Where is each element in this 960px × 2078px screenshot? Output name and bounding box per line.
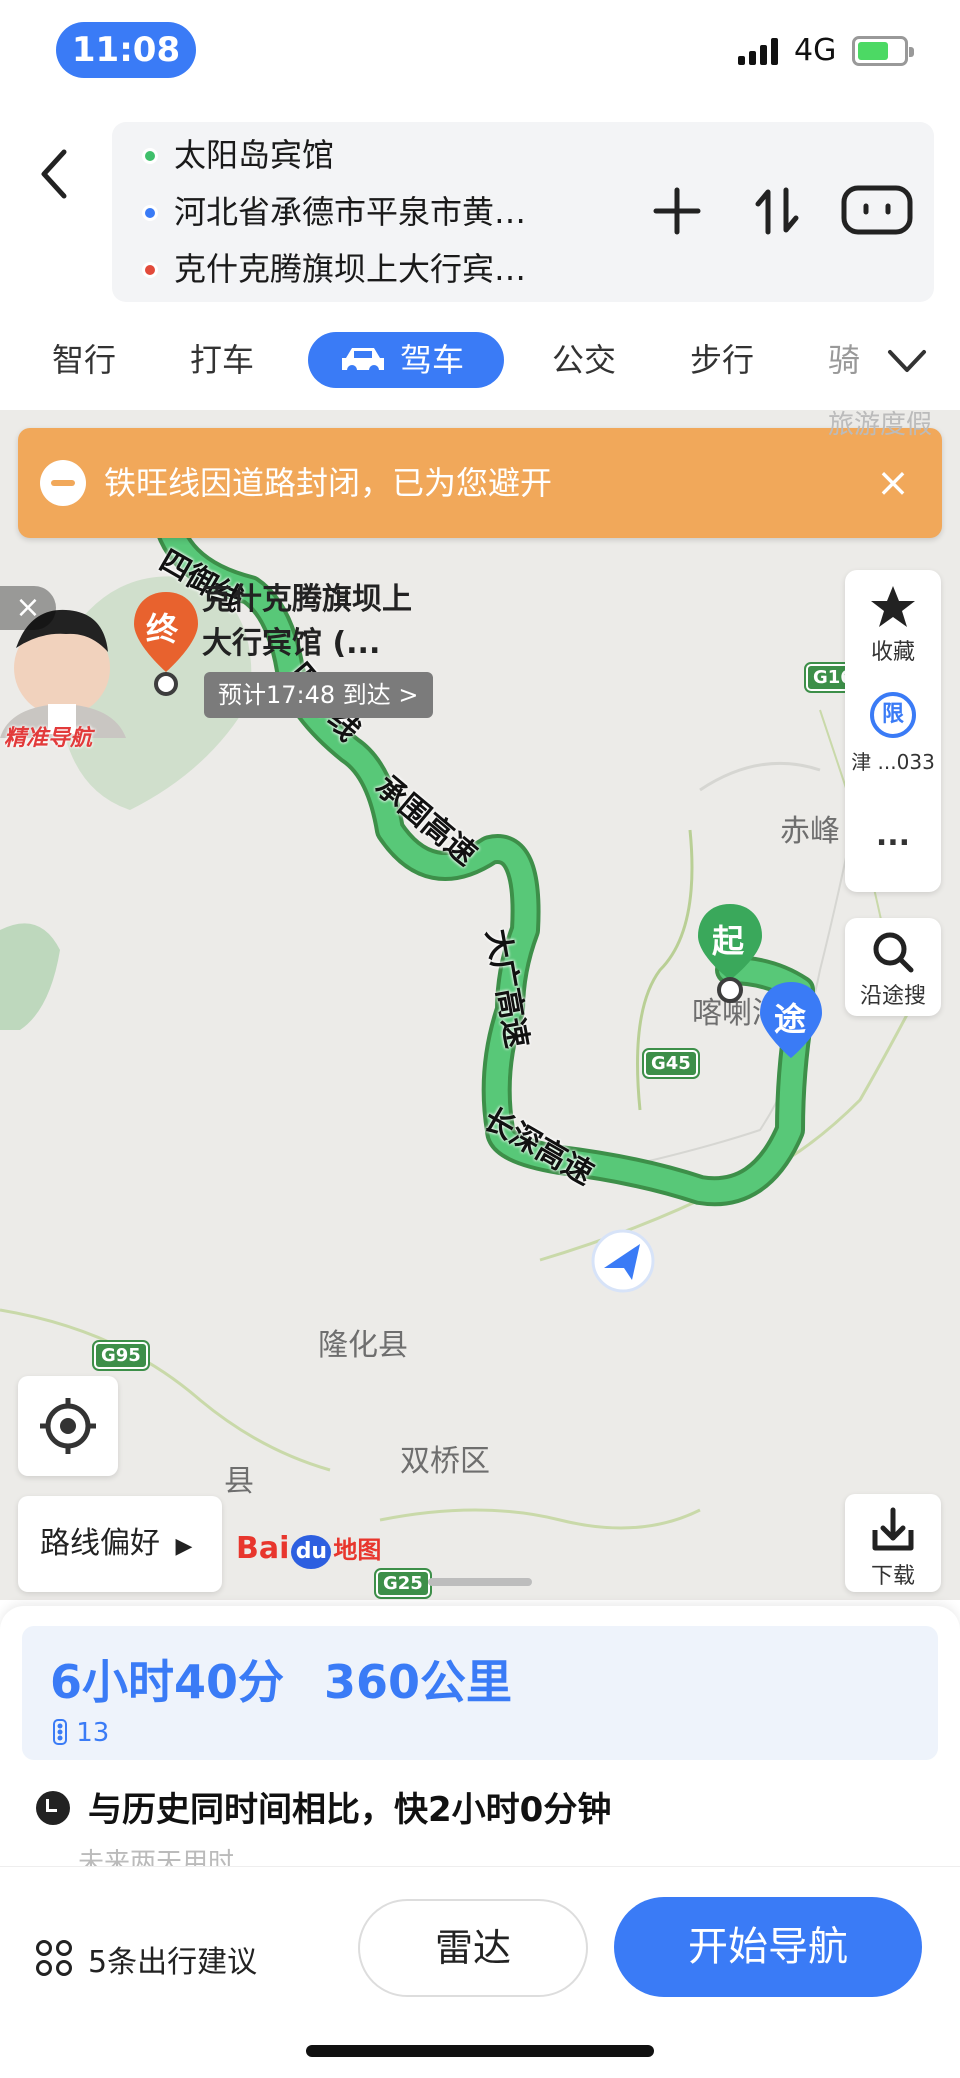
destination-field[interactable]: 克什克腾旗坝上大行宾… — [112, 240, 592, 298]
status-time: 11:08 — [56, 22, 196, 78]
more-button[interactable]: ... — [845, 818, 941, 853]
caret-right-icon: ▶ — [175, 1534, 193, 1559]
route-summary: 6小时40分 360公里 — [50, 1646, 552, 1712]
route-header: 太阳岛宾馆 河北省承德市平泉市黄… 克什克腾旗坝上大行宾… — [0, 104, 960, 304]
logo-map: 地图 — [333, 1536, 382, 1564]
map-label-shuangqiao: 双桥区 — [400, 1444, 490, 1479]
search-along-label: 沿途搜 — [859, 984, 926, 1009]
destination-dot-icon — [142, 262, 158, 278]
shield-g25: G25 — [374, 1568, 432, 1599]
route-distance: 360公里 — [324, 1655, 513, 1709]
download-icon — [872, 1507, 914, 1551]
favorite-button[interactable]: 收藏 — [845, 578, 941, 666]
waypoint-dot-icon — [142, 205, 158, 221]
tab-drive[interactable]: 驾车 — [308, 332, 504, 388]
vehicle-icon[interactable] — [838, 174, 916, 244]
home-indicator[interactable] — [306, 2045, 654, 2057]
origin-text: 太阳岛宾馆 — [174, 136, 335, 174]
destination-text: 克什克腾旗坝上大行宾… — [174, 250, 527, 288]
logo-du: du — [291, 1535, 332, 1569]
battery-icon — [852, 36, 914, 66]
back-icon[interactable] — [30, 144, 80, 204]
no-entry-icon — [40, 460, 86, 506]
route-stops[interactable]: 太阳岛宾馆 河北省承德市平泉市黄… 克什克腾旗坝上大行宾… — [112, 122, 934, 302]
swap-icon[interactable] — [742, 176, 812, 246]
tab-bus[interactable]: 公交 — [552, 332, 616, 388]
signal-icon — [738, 38, 778, 65]
history-compare: 与历史同时间相比，快2小时0分钟 — [36, 1782, 611, 1831]
radar-button[interactable]: 雷达 — [358, 1899, 588, 1997]
tab-smart[interactable]: 智行 — [52, 332, 116, 388]
chevron-down-icon[interactable] — [884, 338, 930, 384]
traffic-light-count: 13 — [76, 1718, 110, 1748]
map-view[interactable]: 铁旺线因道路封闭，已为您避开 × 旅游度假 赤峰 喀喇沁旗 隆化县 双桥区 县 … — [0, 410, 960, 1600]
map-label-county: 县 — [224, 1464, 254, 1499]
route-summary-card[interactable]: 6小时40分 360公里 13 — [22, 1626, 938, 1760]
crosshair-icon — [40, 1398, 96, 1454]
close-icon[interactable]: × — [870, 460, 916, 506]
restriction-label: 津 ...033 — [851, 750, 935, 774]
map-label-longhua: 隆化县 — [318, 1328, 408, 1363]
traffic-light-icon — [53, 1719, 67, 1745]
logo-bai: Bai — [236, 1531, 290, 1566]
baidu-map-logo: Bai du 地图 — [236, 1530, 381, 1569]
map-label-tourism: 旅游度假 — [828, 410, 933, 440]
waypoint-field[interactable]: 河北省承德市平泉市黄… — [112, 183, 592, 241]
alert-message: 铁旺线因道路封闭，已为您避开 — [104, 464, 553, 502]
end-marker-label: 终 — [146, 610, 179, 648]
origin-dot-icon — [142, 148, 158, 164]
tab-walk[interactable]: 步行 — [690, 332, 754, 388]
destination-callout-title[interactable]: 克什克腾旗坝上大行宾馆 (... — [202, 578, 432, 666]
location-arrow-icon — [591, 1229, 655, 1293]
close-avatar-icon[interactable]: × — [0, 586, 56, 630]
shield-g45: G45 — [642, 1048, 700, 1079]
start-navigation-button[interactable]: 开始导航 — [614, 1897, 922, 1997]
traffic-lights: 13 — [52, 1718, 109, 1748]
travel-suggestions-label: 5条出行建议 — [88, 1945, 258, 1980]
route-preference-label: 路线偏好 — [40, 1526, 160, 1561]
map-drag-handle[interactable] — [428, 1578, 532, 1586]
locate-button[interactable] — [18, 1376, 118, 1476]
car-icon — [342, 348, 384, 375]
restriction-badge-icon: 限 — [870, 692, 916, 738]
via-marker-label: 途 — [774, 1000, 807, 1038]
waypoint-text: 河北省承德市平泉市黄… — [174, 193, 527, 231]
shield-g95: G95 — [92, 1340, 150, 1371]
travel-mode-tabs: 智行 打车 驾车 公交 步行 骑 — [0, 318, 960, 402]
start-marker-label: 起 — [712, 922, 745, 960]
grid-icon — [36, 1940, 76, 1980]
favorite-label: 收藏 — [870, 640, 915, 665]
download-button[interactable]: 下载 — [845, 1494, 941, 1592]
tab-drive-label: 驾车 — [400, 341, 465, 379]
add-stop-icon[interactable] — [642, 176, 712, 246]
clock-icon — [36, 1791, 70, 1825]
tab-taxi[interactable]: 打车 — [190, 332, 254, 388]
history-compare-text: 与历史同时间相比，快2小时0分钟 — [88, 1790, 612, 1830]
star-icon — [871, 586, 915, 627]
network-type: 4G — [794, 33, 837, 68]
road-closure-alert: 铁旺线因道路封闭，已为您避开 × — [18, 428, 942, 538]
search-along-button[interactable]: 沿途搜 — [845, 918, 941, 1016]
map-label-chifeng: 赤峰 — [780, 814, 840, 849]
route-preference-button[interactable]: 路线偏好 ▶ — [18, 1496, 222, 1592]
eta-chip[interactable]: 预计17:48 到达 > — [204, 672, 433, 718]
search-icon — [873, 932, 914, 973]
restriction-button[interactable]: 限 津 ...033 — [845, 692, 941, 775]
status-bar: 11:08 4G — [0, 0, 960, 104]
avatar-tag: 精准导航 — [4, 726, 93, 751]
map-tools-panel: 收藏 限 津 ...033 ... — [845, 570, 941, 892]
route-duration: 6小时40分 — [50, 1655, 285, 1709]
travel-suggestions-button[interactable]: 5条出行建议 — [36, 1937, 257, 1981]
download-label: 下载 — [870, 1564, 915, 1589]
tab-ride[interactable]: 骑 — [828, 332, 868, 388]
origin-field[interactable]: 太阳岛宾馆 — [112, 126, 592, 184]
